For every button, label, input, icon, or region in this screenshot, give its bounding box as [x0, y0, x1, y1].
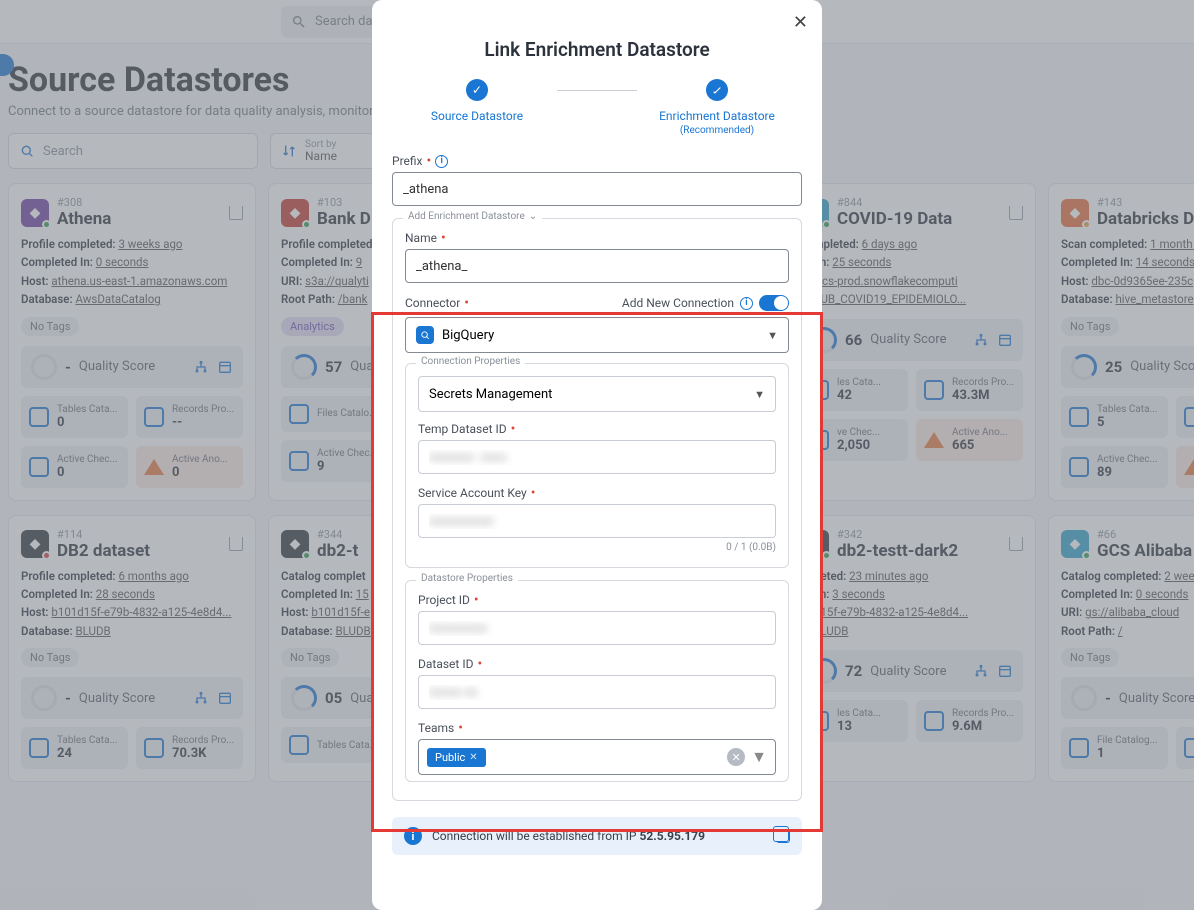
datastore-properties-legend: Datastore Properties: [416, 573, 518, 584]
file-count: 0 / 1 (0.0B): [418, 542, 776, 553]
secrets-select[interactable]: Secrets Management▼: [418, 376, 776, 412]
bigquery-icon: [416, 326, 434, 344]
connector-label: Connector: [405, 296, 460, 310]
connection-ip-notice: i Connection will be established from IP…: [392, 817, 802, 855]
add-enrichment-legend: Add Enrichment Datastore: [408, 211, 525, 222]
step-2-hint: (Recommended): [680, 125, 754, 136]
caret-down-icon[interactable]: ▼: [751, 747, 767, 767]
team-chip-public[interactable]: Public✕: [427, 748, 486, 767]
name-input[interactable]: [405, 249, 789, 283]
project-id-label: Project ID: [418, 593, 470, 607]
connector-select[interactable]: BigQuery ▼: [405, 317, 789, 353]
modal-title: Link Enrichment Datastore: [392, 38, 802, 61]
dataset-id-input[interactable]: [418, 675, 776, 709]
caret-down-icon: ▼: [754, 388, 765, 401]
copy-ip-icon[interactable]: [776, 829, 790, 843]
remove-chip-icon[interactable]: ✕: [469, 752, 477, 763]
stepper: ✓ Source Datastore Enrichment Datastore …: [392, 79, 802, 136]
add-new-connection-toggle[interactable]: [759, 295, 789, 311]
info-icon[interactable]: i: [435, 155, 448, 168]
project-id-input[interactable]: [418, 611, 776, 645]
connector-value: BigQuery: [442, 328, 494, 343]
step-2-indicator: [706, 79, 728, 101]
connection-properties-legend: Connection Properties: [416, 356, 525, 367]
step-1-indicator: ✓: [466, 79, 488, 101]
info-icon: i: [404, 827, 422, 845]
prefix-label: Prefix: [392, 154, 423, 168]
teams-label: Teams: [418, 721, 454, 735]
link-enrichment-modal: ✕ Link Enrichment Datastore ✓ Source Dat…: [372, 0, 822, 910]
temp-dataset-input[interactable]: [418, 440, 776, 474]
step-1-label: Source Datastore: [431, 109, 523, 123]
temp-dataset-label: Temp Dataset ID: [418, 422, 507, 436]
teams-select[interactable]: Public✕ ✕ ▼: [418, 739, 776, 775]
name-label: Name: [405, 231, 437, 245]
service-account-key-input[interactable]: [418, 504, 776, 538]
info-icon[interactable]: i: [740, 297, 753, 310]
service-account-key-label: Service Account Key: [418, 486, 527, 500]
close-icon[interactable]: ✕: [793, 12, 808, 33]
caret-down-icon: ▼: [767, 329, 778, 342]
add-new-connection-label: Add New Connection: [622, 296, 734, 310]
dataset-id-label: Dataset ID: [418, 657, 473, 671]
chevron-down-icon[interactable]: ⌄: [529, 211, 537, 222]
step-2-label: Enrichment Datastore: [659, 109, 775, 123]
clear-teams-icon[interactable]: ✕: [727, 748, 745, 766]
prefix-input[interactable]: [392, 172, 802, 206]
